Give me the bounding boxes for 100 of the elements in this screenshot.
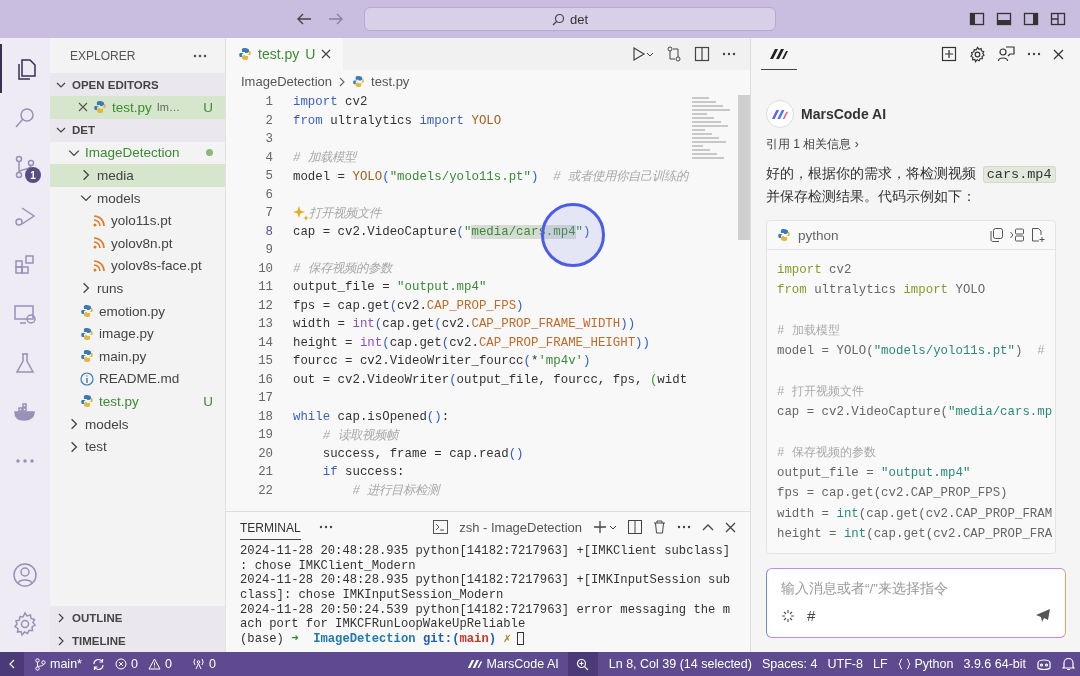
code-line: success, frame = cap.read() [321,446,524,461]
code-line: # 打开视频文件 [777,384,864,399]
breadcrumb-item[interactable]: ImageDetection [241,74,333,89]
references-link[interactable]: 引用 1 相关信息 › [766,136,1056,153]
context-button[interactable]: # [807,607,816,624]
file-tree-item[interactable]: models [50,186,225,210]
python-file-icon [93,100,107,115]
sync-icon[interactable] [91,657,105,671]
assistant-status[interactable]: MarsCode AI [461,657,564,671]
line-number: 11 [257,280,274,295]
ports-indicator[interactable]: 0 [186,657,221,671]
section-header[interactable]: OPEN EDITORS [50,73,225,96]
sidebar-toggle-icon[interactable] [969,11,985,27]
breadcrumb-item[interactable]: test.py [371,74,410,89]
close-icon[interactable] [78,102,88,113]
file-tree-item[interactable]: yolov8n.pt [50,231,225,255]
warnings-indicator[interactable]: 0 [142,657,177,671]
file-tree-item[interactable]: README.md [50,367,225,391]
antenna-icon [191,658,205,670]
file-tree-item[interactable]: test.py U [50,390,225,413]
close-icon[interactable] [321,48,332,59]
remote-indicator[interactable] [0,652,24,676]
file-tree-item[interactable]: emotion.py [50,299,225,323]
chevron-icon [68,440,80,453]
feedback-icon[interactable] [998,46,1015,62]
zoom-button[interactable] [567,652,598,676]
branch-icon [35,657,46,671]
line-number: 2 [264,113,274,128]
notification-badge: 1 [25,167,41,183]
secondary-sidebar-icon[interactable] [1023,11,1039,27]
compare-changes-icon[interactable] [666,46,682,62]
editor-tab[interactable]: test.py U [226,37,344,71]
settings-icon[interactable] [969,45,986,63]
line-number: 5 [264,169,274,184]
new-file-icon[interactable] [1031,228,1045,242]
section-header[interactable]: DET [50,118,225,142]
maximize-panel-icon[interactable] [702,523,714,531]
open-editor-item[interactable]: test.py Im… U [50,96,225,119]
notifications-icon[interactable] [1062,657,1075,671]
sparkle-icon[interactable] [781,608,795,623]
file-tree-item[interactable]: media [50,164,225,187]
scrollbar-thumb[interactable] [738,95,750,240]
code-line: # 加载模型 [777,323,840,338]
new-chat-icon[interactable] [941,46,957,62]
layout-icon[interactable] [1050,11,1066,27]
terminal-name[interactable]: zsh - ImageDetection [459,519,582,535]
tab-label: test.py [258,45,300,62]
file-tree-item[interactable]: models [50,412,225,436]
terminal-output-line: : chose IMKClient_Modern [240,558,417,574]
language-mode[interactable]: Python [892,657,959,671]
feed-icon [92,236,106,251]
terminal-tab[interactable]: TERMINAL [240,514,301,540]
send-icon[interactable] [1035,608,1051,623]
code-line: # 加载模型 [293,149,356,167]
code-line: height = int(cap.get(cv2.CAP_PROP_FRA [777,526,1053,541]
line-number: 10 [257,261,274,276]
more-icon[interactable] [1027,52,1041,56]
new-terminal-icon[interactable] [593,520,617,534]
more-icon[interactable] [193,53,207,58]
chat-input-field[interactable]: 输入消息或者“/”来选择指令 # [766,568,1066,638]
file-tree-item[interactable]: main.py [50,344,225,368]
line-number: 7 [264,206,274,221]
code-line: if success: [321,465,405,480]
code-line: # 保存视频的参数 [293,261,392,278]
file-tree-item[interactable]: yolov8s-face.pt [50,254,225,278]
status-item[interactable]: Ln 8, Col 39 (14 selected) [603,657,757,671]
more-icon[interactable] [677,525,691,529]
section-header[interactable]: OUTLINE [50,606,225,629]
run-icon[interactable] [632,47,654,61]
file-tree-item[interactable]: ImageDetection [50,141,225,165]
insert-code-icon[interactable] [1010,228,1024,242]
file-tree-item[interactable]: test [50,435,225,458]
more-icon[interactable] [722,52,736,56]
file-tree-item[interactable]: image.py [50,322,225,345]
more-icon[interactable] [318,525,333,529]
copilot-icon[interactable] [1036,657,1052,671]
error-icon [114,658,127,670]
section-header[interactable]: TIMELINE [50,629,225,652]
status-item[interactable]: 3.9.6 64-bit [958,657,1031,671]
chevron-icon [338,76,347,87]
back-icon[interactable] [296,12,312,26]
status-item[interactable]: UTF-8 [822,657,868,671]
close-icon[interactable] [1053,48,1064,60]
panel-toggle-icon[interactable] [996,11,1012,27]
split-terminal-icon[interactable] [628,520,642,534]
errors-indicator[interactable]: 0 [109,657,143,671]
split-editor-icon[interactable] [694,46,710,62]
code-line: model = YOLO("models/yolo11s.pt") # [777,344,1045,359]
status-item[interactable]: LF [867,657,893,671]
branch-indicator[interactable]: main* [30,657,87,671]
status-item[interactable]: Spaces: 4 [756,657,823,671]
file-tree-item[interactable]: yolo11s.pt [50,209,225,232]
code-line: import cv2 [293,95,368,110]
command-search-box[interactable]: det [364,7,776,31]
code-language-label: python [798,227,839,243]
assistant-name: MarsCode AI [801,106,887,122]
copy-icon[interactable] [990,228,1003,242]
close-icon[interactable] [725,521,736,533]
trash-icon[interactable] [653,520,666,534]
file-tree-item[interactable]: runs [50,277,225,300]
